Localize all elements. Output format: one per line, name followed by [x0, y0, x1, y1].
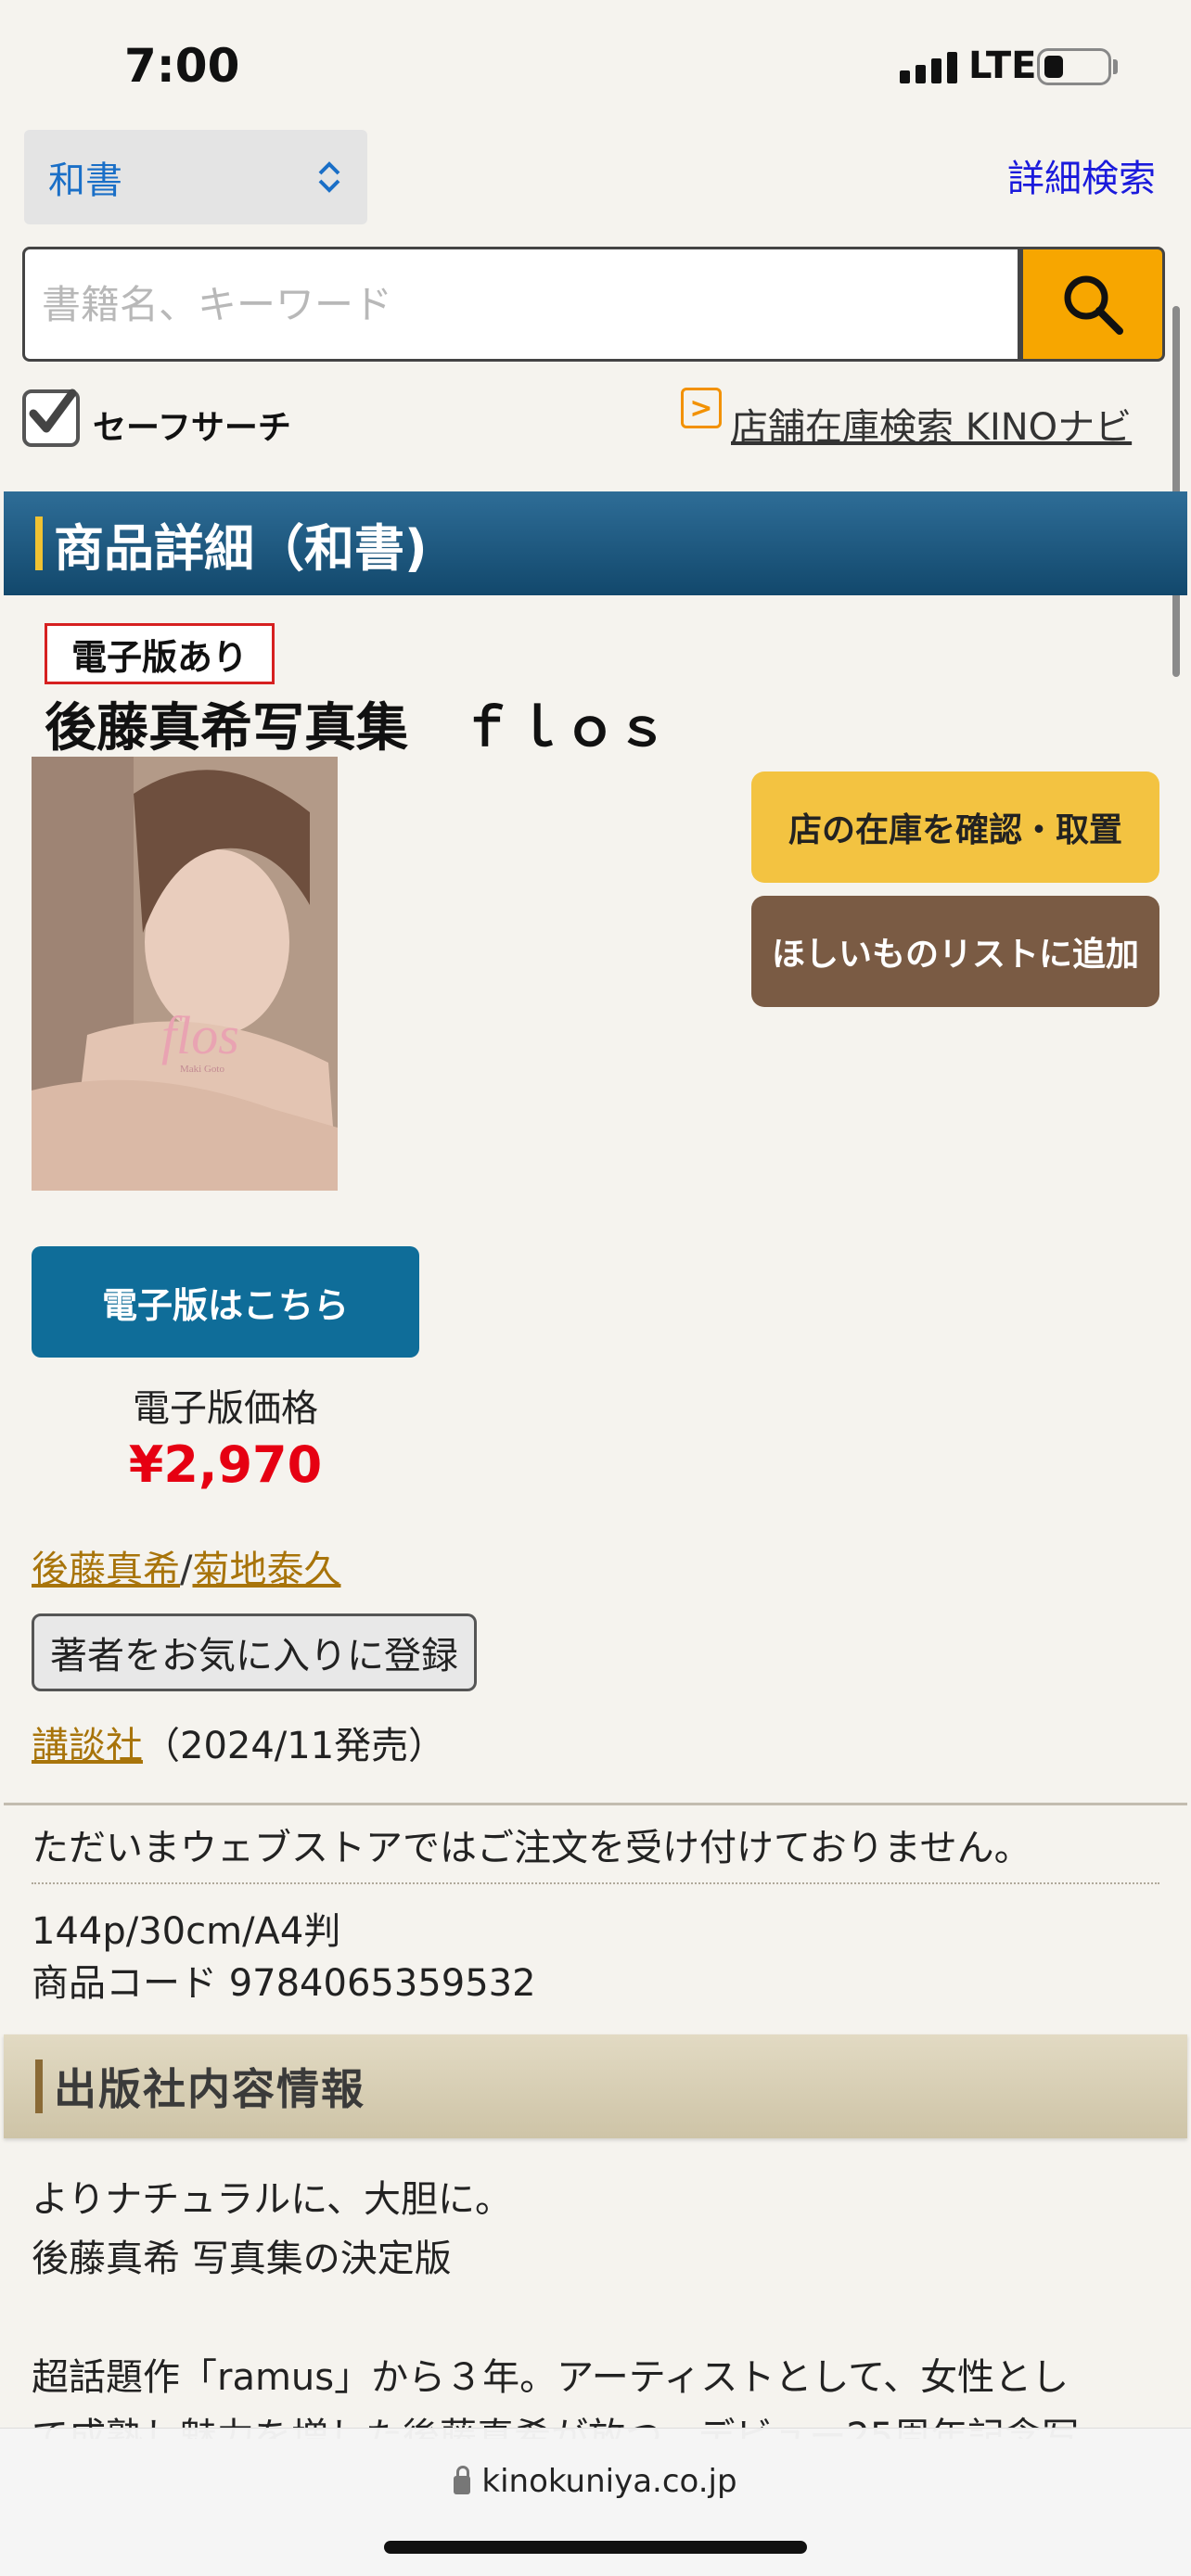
product-spec: 144p/30cm/A4判: [32, 1910, 341, 1953]
ebook-button[interactable]: 電子版はこちら: [32, 1246, 419, 1358]
publisher-description: よりナチュラルに、大胆に。 後藤真希 写真集の決定版 超話題作「ramus」から…: [32, 2178, 1079, 2439]
safe-search-label: セーフサーチ: [93, 409, 291, 447]
kino-navi-link[interactable]: 店舗在庫検索 KINOナビ: [731, 397, 1132, 451]
search-input[interactable]: [42, 281, 1001, 327]
author-separator: /: [180, 1549, 193, 1591]
order-notice: ただいまウェブストアではご注文を受け付けておりません。: [32, 1827, 1031, 1869]
author-link-goto[interactable]: 後藤真希: [32, 1549, 180, 1591]
lock-icon: [454, 2466, 471, 2494]
header-accent-bar: [35, 2060, 43, 2113]
search-button[interactable]: [1020, 247, 1165, 362]
publisher-line: 講談社（2024/11発売）: [32, 1715, 445, 1769]
product-cover-image[interactable]: flos Maki Goto: [32, 757, 338, 1191]
search-box: [22, 247, 1020, 362]
release-date: （2024/11発売）: [143, 1725, 446, 1767]
network-label: LTE: [968, 45, 1037, 87]
search-icon: [1064, 275, 1123, 335]
home-indicator[interactable]: [384, 2541, 807, 2554]
store-stock-button[interactable]: 店の在庫を確認・取置: [751, 772, 1159, 883]
section-title: 商品詳細（和書): [54, 518, 428, 578]
battery-tip: [1113, 59, 1118, 74]
favorite-author-button[interactable]: 著者をお気に入りに登録: [32, 1613, 477, 1691]
chevron-updown-icon: [315, 159, 343, 196]
category-label: 和書: [48, 159, 122, 202]
svg-text:flos: flos: [161, 1005, 239, 1065]
url-text: kinokuniya.co.jp: [481, 2463, 737, 2500]
section-header-product: 商品詳細（和書): [4, 491, 1187, 595]
ebook-price-label: 電子版価格: [133, 1387, 318, 1430]
signal-icon: [900, 46, 957, 83]
section-header-publisher-info: 出版社内容情報: [4, 2034, 1187, 2138]
wishlist-button[interactable]: ほしいものリストに追加: [751, 896, 1159, 1007]
publisher-section-title: 出版社内容情報: [54, 2064, 365, 2114]
product-title: 後藤真希写真集 ｆｌｏｓ: [45, 698, 668, 759]
safe-search-checkbox[interactable]: [22, 389, 80, 447]
detail-search-link[interactable]: 詳細検索: [1007, 148, 1156, 202]
arrow-right-icon: >: [681, 388, 722, 428]
url-bar[interactable]: kinokuniya.co.jp: [0, 2463, 1191, 2500]
divider: [4, 1803, 1187, 1805]
product-code: 商品コード 9784065359532: [32, 1962, 536, 2005]
battery-icon: [1037, 48, 1111, 85]
ebook-badge: 電子版あり: [45, 623, 275, 684]
status-time: 7:00: [124, 39, 240, 93]
browser-bottom-bar: [0, 2428, 1191, 2576]
ebook-price: ¥2,970: [128, 1435, 323, 1494]
checkmark-icon: [29, 389, 77, 433]
publisher-link[interactable]: 講談社: [32, 1725, 143, 1767]
dotted-divider: [32, 1882, 1159, 1884]
header-accent-bar: [35, 516, 43, 570]
category-select[interactable]: 和書: [24, 130, 367, 224]
author-link-kikuchi[interactable]: 菊地泰久: [192, 1549, 340, 1591]
authors: 後藤真希/菊地泰久: [32, 1539, 340, 1593]
svg-text:Maki Goto: Maki Goto: [180, 1064, 224, 1075]
